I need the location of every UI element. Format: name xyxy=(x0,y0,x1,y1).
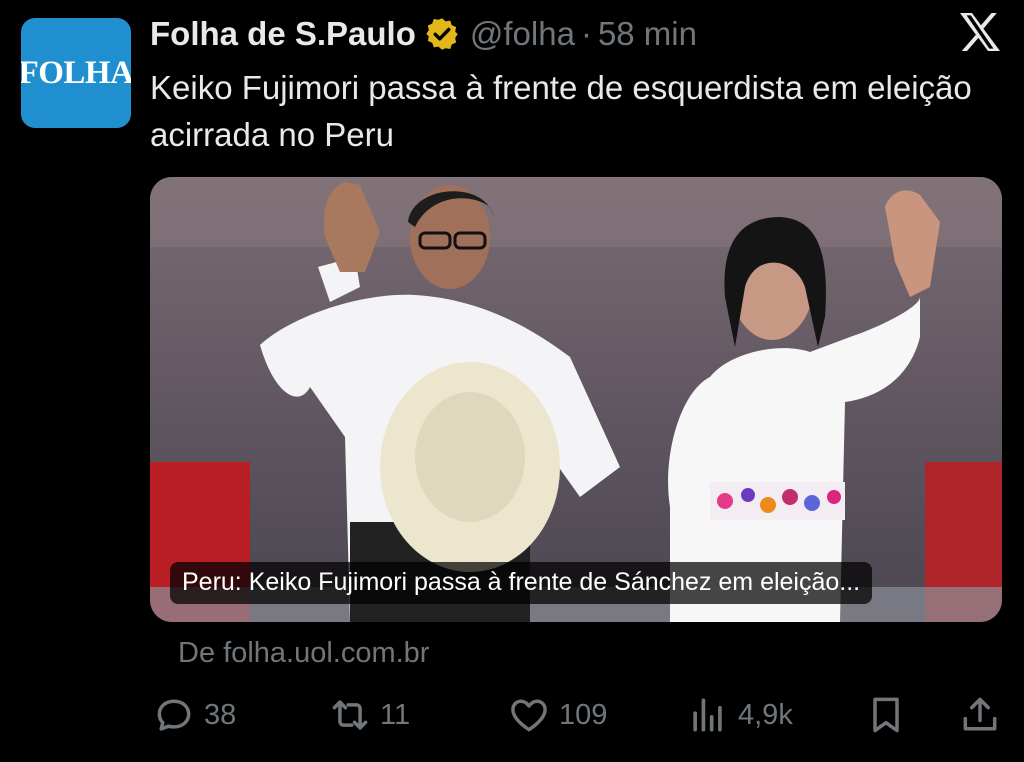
verified-badge-icon xyxy=(426,18,458,50)
views-button[interactable]: 4,9k xyxy=(686,693,793,737)
separator-dot: · xyxy=(580,15,592,52)
share-icon xyxy=(963,697,997,731)
account-name[interactable]: Folha de S.Paulo xyxy=(150,14,416,54)
tweet-header: Folha de S.Paulo @folha · 58 min xyxy=(150,14,697,54)
card-caption: Peru: Keiko Fujimori passa à frente de S… xyxy=(170,562,873,604)
tweet-text: Keiko Fujimori passa à frente de esquerd… xyxy=(150,69,972,153)
views-count: 4,9k xyxy=(738,698,793,731)
repost-button[interactable]: 11 xyxy=(328,693,410,737)
bookmark-button[interactable] xyxy=(864,693,908,737)
like-count: 109 xyxy=(559,698,608,731)
reply-icon xyxy=(157,699,191,731)
heart-icon xyxy=(511,699,547,732)
repost-count: 11 xyxy=(380,698,411,731)
article-photo xyxy=(150,177,1002,622)
like-button[interactable]: 109 xyxy=(507,693,607,737)
tweet[interactable]: FOLHA Folha de S.Paulo @folha · 58 min K… xyxy=(0,0,1024,762)
reply-button[interactable]: 38 xyxy=(152,693,236,737)
account-handle[interactable]: @folha xyxy=(470,14,575,54)
avatar-logo-text: FOLHA xyxy=(21,54,131,91)
avatar[interactable]: FOLHA xyxy=(21,18,131,128)
share-button[interactable] xyxy=(958,693,1002,737)
repost-icon xyxy=(332,700,368,730)
link-card[interactable]: Peru: Keiko Fujimori passa à frente de S… xyxy=(150,177,1002,622)
bookmark-icon xyxy=(873,697,899,733)
reply-count: 38 xyxy=(204,698,237,731)
timestamp[interactable]: 58 min xyxy=(598,14,697,54)
views-icon xyxy=(693,698,722,732)
x-logo-icon xyxy=(960,13,1000,51)
card-source-domain[interactable]: De folha.uol.com.br xyxy=(178,633,429,673)
